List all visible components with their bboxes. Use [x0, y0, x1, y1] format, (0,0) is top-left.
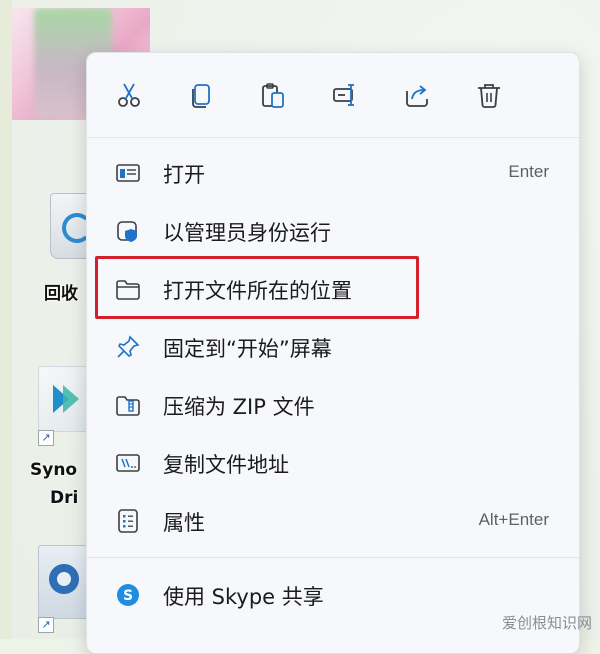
- menu-divider: [87, 137, 579, 138]
- menu-item-label: 属性: [163, 511, 205, 535]
- skype-icon: S: [115, 582, 141, 608]
- delete-button[interactable]: [471, 77, 507, 113]
- pin-icon: [115, 334, 141, 360]
- recycle-bin-label: 回收: [44, 284, 78, 304]
- menu-item-copy-path[interactable]: 复制文件地址: [87, 435, 579, 491]
- desktop-edge: [0, 0, 12, 639]
- paste-icon: [262, 83, 284, 108]
- paste-button[interactable]: [255, 77, 291, 113]
- menu-item-pin-to-start[interactable]: 固定到“开始”屏幕: [87, 319, 579, 375]
- chevron-icon: [63, 385, 79, 413]
- context-menu: 打开 Enter 以管理员身份运行 打开文件所在的位置 固定到“开始”屏幕 压缩…: [86, 52, 580, 654]
- share-icon: [406, 85, 428, 107]
- menu-item-label: 固定到“开始”屏幕: [163, 337, 332, 361]
- menu-item-shortcut: Enter: [508, 162, 549, 181]
- open-window-icon: [115, 160, 141, 186]
- scissors-icon: [118, 83, 140, 107]
- menu-item-label: 使用 Skype 共享: [163, 585, 324, 609]
- gear-icon: [49, 564, 79, 594]
- synology-drive-icon[interactable]: [38, 366, 92, 432]
- menu-item-label: 复制文件地址: [163, 453, 289, 477]
- shortcut-arrow-icon: ↗: [38, 617, 54, 633]
- cut-button[interactable]: [111, 77, 147, 113]
- rename-icon: [333, 84, 354, 106]
- rename-button[interactable]: [327, 77, 363, 113]
- menu-item-run-as-admin[interactable]: 以管理员身份运行: [87, 203, 579, 259]
- highlight-box: [95, 256, 419, 319]
- settings-app-icon[interactable]: [38, 545, 92, 619]
- copy-icon: [192, 84, 210, 108]
- menu-item-open[interactable]: 打开 Enter: [87, 145, 579, 201]
- synology-label-line1: Syno: [30, 460, 78, 480]
- zip-folder-icon: [115, 392, 141, 418]
- menu-item-label: 以管理员身份运行: [163, 221, 331, 245]
- menu-item-label: 压缩为 ZIP 文件: [163, 395, 315, 419]
- trash-icon: [478, 84, 500, 108]
- context-toolbar: [87, 53, 579, 137]
- menu-item-label: 打开: [163, 163, 205, 187]
- menu-item-compress-zip[interactable]: 压缩为 ZIP 文件: [87, 377, 579, 433]
- menu-item-shortcut: Alt+Enter: [478, 510, 549, 529]
- synology-label-line2: Dri: [50, 488, 79, 508]
- copy-path-icon: [115, 450, 141, 476]
- svg-text:S: S: [123, 588, 133, 604]
- watermark: 爱创根知识网: [501, 614, 592, 632]
- copy-button[interactable]: [183, 77, 219, 113]
- menu-item-properties[interactable]: 属性 Alt+Enter: [87, 493, 579, 549]
- shortcut-arrow-icon: ↗: [38, 430, 54, 446]
- properties-icon: [115, 508, 141, 534]
- share-button[interactable]: [399, 77, 435, 113]
- shield-icon: [115, 218, 141, 244]
- menu-divider: [87, 557, 579, 558]
